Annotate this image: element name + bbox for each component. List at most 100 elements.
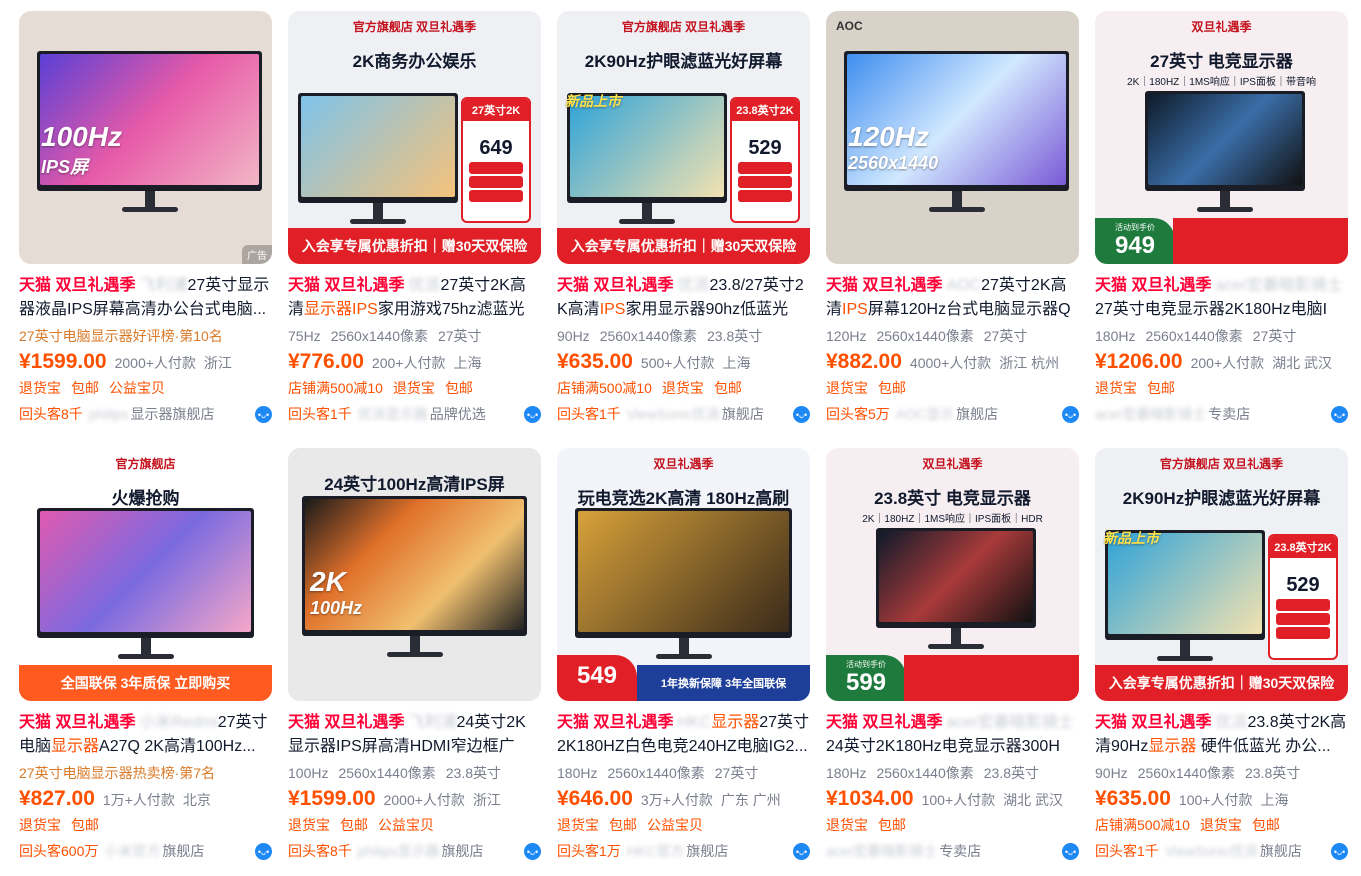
chat-icon[interactable]: •ᴗ• (255, 843, 272, 860)
shop-name-blurred[interactable]: philips显示器 (358, 841, 440, 861)
chat-icon[interactable]: •ᴗ• (1062, 406, 1079, 423)
shop-line[interactable]: 回头客5万 AOC显示 旗舰店 •ᴗ• (826, 403, 1079, 425)
service-tags: 退货宝 包邮 公益宝贝 (19, 378, 272, 400)
product-image[interactable]: 官方旗舰店 双旦礼遇季 2K90Hz护眼滤蓝光好屏幕 新品上市 23.8英寸2K 529… (557, 11, 810, 264)
shop-line[interactable]: 回头客1千 ViewSonic优派 旗舰店 •ᴗ• (1095, 840, 1348, 862)
product-card[interactable]: 双旦礼遇季 玩电竞选2K高清 180Hz高刷 549 1年换新保障 3年全国联保天猫 … (557, 448, 810, 868)
product-title[interactable]: 天猫 双旦礼遇季 优派23.8英寸2K高清90Hz显示器 硬件低蓝光 办公... (1095, 711, 1348, 759)
product-image[interactable]: AOC 120Hz 2560x1440 (826, 11, 1079, 264)
product-image[interactable]: 双旦礼遇季 27英寸 电竞显示器 2K｜180HZ｜1MS响应｜IPS面板｜带音响活… (1095, 11, 1348, 264)
product-title[interactable]: 天猫 双旦礼遇季优派23.8/27英寸2K高清IPS家用显示器90hz低蓝光屏.… (557, 274, 810, 322)
product-title[interactable]: 天猫 双旦礼遇季acer宏碁暗影骑士 24英寸2K180Hz电竞显示器300Hz.… (826, 711, 1079, 759)
store-banner: 双旦礼遇季 (1191, 19, 1252, 34)
sales-count: 2000+人付款 (383, 792, 465, 808)
product-title[interactable]: 天猫 双旦礼遇季 飞利浦27英寸显示器液晶IPS屏幕高清办公台式电脑... (19, 274, 272, 322)
shop-name-blurred[interactable]: acer宏碁暗影骑士 (1095, 404, 1206, 424)
shop-line[interactable]: 回头客1万 HKC官方 旗舰店 •ᴗ• (557, 840, 810, 862)
ranking-label[interactable]: 27英寸电脑显示器好评榜·第10名 (19, 326, 272, 346)
product-card[interactable]: 双旦礼遇季 23.8英寸 电竞显示器 2K｜180HZ｜1MS响应｜IPS面板｜HD… (826, 448, 1079, 868)
product-image[interactable]: 官方旗舰店 双旦礼遇季 2K90Hz护眼滤蓝光好屏幕 新品上市 23.8英寸2K 529… (1095, 448, 1348, 701)
tmall-badge: 天猫 双旦礼遇季 (19, 277, 136, 294)
shop-name-blurred[interactable]: HKC官方 (627, 841, 685, 861)
shop-name-blurred[interactable]: AOC显示 (896, 404, 954, 424)
shop-type[interactable]: 旗舰店 (686, 841, 728, 861)
chat-icon[interactable]: •ᴗ• (793, 843, 810, 860)
new-badge: 新品上市 (565, 93, 621, 109)
service-tag: 包邮 (444, 380, 473, 396)
product-image[interactable]: 100Hz IPS屏 广告 (19, 11, 272, 264)
product-card[interactable]: 24英寸100Hz高清IPS屏 2K 100Hz 天猫 双旦礼遇季 飞利浦24英寸2K显… (288, 448, 541, 868)
product-image[interactable]: 双旦礼遇季 23.8英寸 电竞显示器 2K｜180HZ｜1MS响应｜IPS面板｜HD… (826, 448, 1079, 701)
product-title[interactable]: 天猫 双旦礼遇季acer宏碁暗影骑士 27英寸电竞显示器2K180Hz电脑IP..… (1095, 274, 1348, 322)
shop-line[interactable]: 回头客1千 ViewSonic优派 旗舰店 •ᴗ• (557, 403, 810, 425)
tmall-badge: 天猫 双旦礼遇季 (288, 714, 405, 731)
spec-item: 75Hz (288, 328, 321, 344)
shop-type[interactable]: 旗舰店 (722, 404, 764, 424)
spec-item: 2560x1440像素 (338, 765, 436, 781)
product-image[interactable]: 双旦礼遇季 玩电竞选2K高清 180Hz高刷 549 1年换新保障 3年全国联保 (557, 448, 810, 701)
product-title[interactable]: 天猫 双旦礼遇季 HKC显示器27英寸2K180HZ白色电竞240HZ电脑IG2.… (557, 711, 810, 759)
product-image[interactable]: 官方旗舰店 双旦礼遇季 2K商务办公娱乐 27英寸2K 649 入会享专属优惠折扣｜赠3… (288, 11, 541, 264)
product-card[interactable]: 官方旗舰店 双旦礼遇季 2K90Hz护眼滤蓝光好屏幕 新品上市 23.8英寸2K 529… (557, 11, 810, 431)
chat-icon[interactable]: •ᴗ• (1331, 406, 1348, 423)
title-highlight: 显示器 (711, 714, 760, 731)
service-tags: 退货宝 包邮 公益宝贝 (288, 815, 541, 837)
title-highlight: IPS (842, 301, 868, 318)
shop-type[interactable]: 旗舰店 (162, 841, 204, 861)
service-tag: 公益宝贝 (647, 817, 703, 833)
ranking-label[interactable]: 27英寸电脑显示器热卖榜·第7名 (19, 763, 272, 783)
product-card[interactable]: AOC 120Hz 2560x1440 天猫 双旦礼遇季 AOC27英寸2K高清IPS屏… (826, 11, 1079, 431)
shop-type[interactable]: 旗舰店 (956, 404, 998, 424)
chat-icon[interactable]: •ᴗ• (524, 406, 541, 423)
shop-type[interactable]: 专卖店 (939, 841, 981, 861)
shop-name-blurred[interactable]: acer宏碁暗影骑士 (826, 841, 937, 861)
chat-icon[interactable]: •ᴗ• (1331, 843, 1348, 860)
brand-logo: AOC (836, 19, 863, 33)
sales-count: 4000+人付款 (909, 355, 992, 371)
shop-line[interactable]: acer宏碁暗影骑士 专卖店 •ᴗ• (826, 840, 1079, 862)
spec-item: 27英寸 (437, 328, 482, 344)
location: 浙江 (472, 792, 501, 808)
chat-icon[interactable]: •ᴗ• (255, 406, 272, 423)
shop-line[interactable]: 回头客8千 philips显示器旗舰店 •ᴗ• (288, 840, 541, 862)
shop-line[interactable]: 回头客600万 小米官方 旗舰店 •ᴗ• (19, 840, 272, 862)
promo-ribbon: 入会享专属优惠折扣｜赠30天双保险 (288, 228, 541, 264)
product-card[interactable]: 官方旗舰店 双旦礼遇季 2K商务办公娱乐 27英寸2K 649 入会享专属优惠折扣｜赠3… (288, 11, 541, 431)
product-card[interactable]: 官方旗舰店 火爆抢购 全国联保 3年质保 立即购买天猫 双旦礼遇季 小米Redmi27… (19, 448, 272, 868)
spec-line: 180Hz 2560x1440像素 27英寸 (1095, 326, 1348, 346)
product-card[interactable]: 100Hz IPS屏 广告天猫 双旦礼遇季 飞利浦27英寸显示器液晶IPS屏幕高清办公… (19, 11, 272, 431)
shop-type[interactable]: 专卖店 (1208, 404, 1250, 424)
chat-icon[interactable]: •ᴗ• (1062, 843, 1079, 860)
monitor-foot (121, 207, 178, 212)
product-title[interactable]: 天猫 双旦礼遇季飞利浦24英寸2K显示器IPS屏高清HDMI窄边框广色... (288, 711, 541, 759)
shop-name-blurred[interactable]: 小米官方 (104, 841, 160, 861)
shop-name-blurred[interactable]: ViewSonic优派 (627, 404, 720, 424)
title-text: A27Q 2K高清100Hz... (99, 738, 256, 755)
spec-line: 120Hz 2560x1440像素 27英寸 (826, 326, 1079, 346)
product-card[interactable]: 双旦礼遇季 27英寸 电竞显示器 2K｜180HZ｜1MS响应｜IPS面板｜带音响活… (1095, 11, 1348, 431)
shop-name-blurred[interactable]: philips (89, 406, 129, 422)
chat-icon[interactable]: •ᴗ• (524, 843, 541, 860)
shop-line[interactable]: 回头客1千 优派显示器 品牌优选 •ᴗ• (288, 403, 541, 425)
price: ¥646.00 (557, 787, 633, 810)
product-card[interactable]: 官方旗舰店 双旦礼遇季 2K90Hz护眼滤蓝光好屏幕 新品上市 23.8英寸2K 529… (1095, 448, 1348, 868)
shop-type[interactable]: 旗舰店 (1260, 841, 1302, 861)
shop-type[interactable]: 显示器旗舰店 (131, 404, 215, 424)
product-image[interactable]: 官方旗舰店 火爆抢购 全国联保 3年质保 立即购买 (19, 448, 272, 701)
price-box-tag (1276, 627, 1330, 639)
shop-line[interactable]: acer宏碁暗影骑士 专卖店 •ᴗ• (1095, 403, 1348, 425)
shop-name-blurred[interactable]: ViewSonic优派 (1165, 841, 1258, 861)
shop-type[interactable]: 旗舰店 (442, 841, 484, 861)
spec-line: 180Hz 2560x1440像素 23.8英寸 (826, 763, 1079, 783)
blurred-brand: acer宏碁暗影骑士 (1215, 277, 1343, 294)
service-tag: 包邮 (878, 380, 906, 396)
shop-line[interactable]: 回头客8千 philips显示器旗舰店 •ᴗ• (19, 403, 272, 425)
product-image[interactable]: 24英寸100Hz高清IPS屏 2K 100Hz (288, 448, 541, 701)
shop-type[interactable]: 品牌优选 (430, 404, 486, 424)
shop-name-blurred[interactable]: 优派显示器 (358, 404, 428, 424)
product-title[interactable]: 天猫 双旦礼遇季优派27英寸2K高清显示器IPS家用游戏75hz滤蓝光屏... (288, 274, 541, 322)
product-title[interactable]: 天猫 双旦礼遇季 小米Redmi27英寸电脑显示器A27Q 2K高清100Hz..… (19, 711, 272, 759)
service-tag: 包邮 (71, 380, 99, 396)
chat-icon[interactable]: •ᴗ• (793, 406, 810, 423)
product-title[interactable]: 天猫 双旦礼遇季AOC27英寸2K高清IPS屏幕120Hz台式电脑显示器Q2..… (826, 274, 1079, 322)
